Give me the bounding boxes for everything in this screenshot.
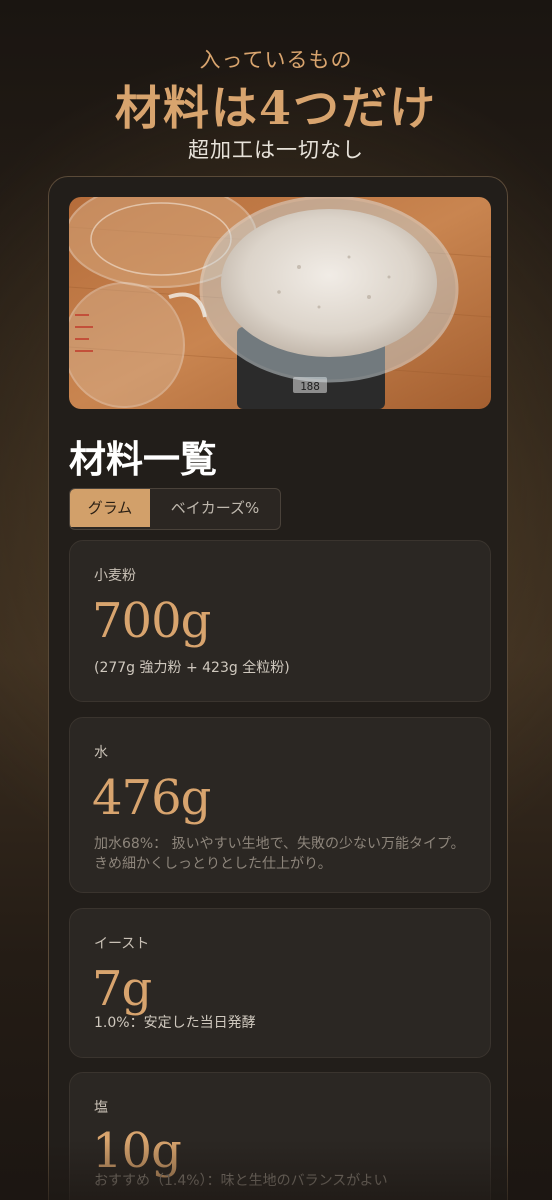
toggle-grams[interactable]: グラム	[70, 489, 150, 527]
ingredient-amount: 476g	[92, 770, 211, 826]
unit-toggle: グラム ベイカーズ%	[69, 488, 281, 530]
ingredient-card-salt: 塩 10g おすすめ（1.4%）：味と生地のバランスがよい	[69, 1072, 491, 1200]
toggle-bakers-percent[interactable]: ベイカーズ%	[150, 489, 280, 527]
ingredient-desc: おすすめ（1.4%）：味と生地のバランスがよい	[94, 1173, 388, 1189]
hero-eyebrow: 入っているもの	[199, 48, 353, 72]
ingredient-label: 小麦粉	[94, 568, 136, 584]
ingredient-amount: 7g	[92, 961, 152, 1017]
hero-subhead: 超加工は一切なし	[188, 138, 364, 162]
ingredient-desc: (277g 強力粉 + 423g 全粒粉)	[94, 660, 290, 676]
flour-bowl-photo: 188	[69, 197, 491, 409]
ingredient-card-flour: 小麦粉 700g (277g 強力粉 + 423g 全粒粉)	[69, 540, 491, 702]
ingredient-desc: 加水68%： 扱いやすい生地で、失敗の少ない万能タイプ。きめ細かくしっとりとした…	[94, 836, 465, 872]
section-title: 材料一覧	[69, 438, 217, 481]
ingredient-label: イースト	[94, 936, 150, 952]
ingredient-label: 水	[94, 745, 108, 761]
ingredient-label: 塩	[94, 1100, 108, 1116]
ingredient-desc: 1.0%：安定した当日発酵	[94, 1015, 256, 1031]
ingredient-card-water: 水 476g 加水68%： 扱いやすい生地で、失敗の少ない万能タイプ。きめ細かく…	[69, 717, 491, 893]
hero-headline: 材料は4つだけ	[114, 81, 437, 135]
ingredient-amount: 700g	[92, 593, 211, 649]
ingredients-card: 188 材料一覧 グラム ベイカーズ% 小麦粉 700g (277g 強力粉 +…	[48, 176, 508, 1200]
ingredient-card-yeast: イースト 7g 1.0%：安定した当日発酵	[69, 908, 491, 1058]
